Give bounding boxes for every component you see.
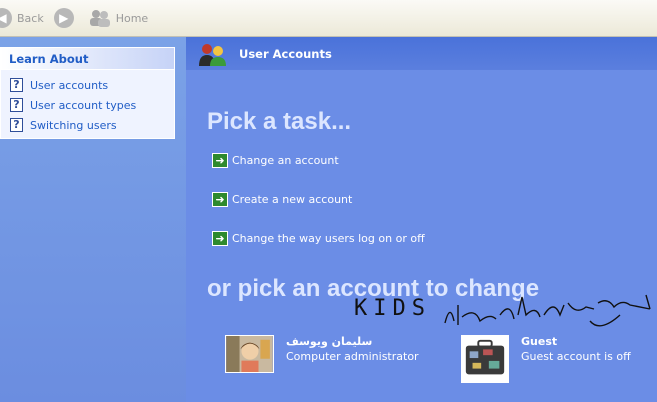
account-picture-child	[225, 335, 274, 373]
help-icon: ?	[10, 98, 23, 112]
account-name: سليمان ويوسف	[286, 335, 373, 348]
account-role: Computer administrator	[286, 350, 419, 363]
account-guest[interactable]: Guest Guest account is off	[461, 335, 631, 383]
users-home-icon	[89, 10, 110, 27]
account-role: Guest account is off	[521, 350, 631, 363]
back-label: Back	[17, 11, 44, 25]
task-label: Change the way users log on or off	[232, 232, 425, 245]
task-change-logon[interactable]: ➜ Change the way users log on or off	[212, 231, 425, 246]
green-arrow-icon: ➜	[212, 153, 228, 168]
home-label: Home	[115, 11, 149, 25]
learn-item-user-accounts[interactable]: ? User accounts	[10, 75, 174, 95]
learn-item-switching-users[interactable]: ? Switching users	[10, 115, 174, 135]
forward-arrow-icon: ▶	[53, 8, 74, 28]
main-content: User Accounts Pick a task... ➜ Change an…	[186, 37, 657, 402]
task-pane: Learn About ? User accounts ? User accou…	[0, 37, 186, 402]
task-change-account[interactable]: ➜ Change an account	[212, 153, 339, 168]
pick-task-heading: Pick a task...	[207, 108, 352, 135]
account-name: Guest	[521, 335, 558, 348]
learn-item-label: User accounts	[30, 78, 109, 92]
account-admin[interactable]: سليمان ويوسف Computer administrator	[225, 335, 419, 373]
forward-button[interactable]: ▶	[53, 8, 79, 28]
learn-item-label: Switching users	[30, 118, 117, 132]
task-label: Create a new account	[232, 193, 353, 206]
header-bar: User Accounts	[186, 37, 657, 70]
learn-item-label: User account types	[30, 98, 137, 112]
green-arrow-icon: ➜	[212, 192, 228, 207]
green-arrow-icon: ➜	[212, 231, 228, 246]
learn-about-title: Learn About	[1, 48, 174, 70]
learn-about-panel: Learn About ? User accounts ? User accou…	[0, 47, 175, 139]
user-accounts-icon	[199, 43, 226, 66]
back-button[interactable]: ◀ Back	[0, 8, 44, 28]
pick-account-heading: or pick an account to change	[207, 275, 540, 302]
suitcase-icon	[461, 335, 509, 383]
back-arrow-icon: ◀	[0, 8, 12, 28]
task-create-account[interactable]: ➜ Create a new account	[212, 192, 352, 207]
navigation-toolbar: ◀ Back ▶ Home	[0, 0, 657, 37]
help-icon: ?	[10, 78, 23, 92]
learn-item-user-account-types[interactable]: ? User account types	[10, 95, 174, 115]
help-icon: ?	[10, 118, 23, 132]
task-label: Change an account	[232, 154, 339, 167]
header-title: User Accounts	[239, 46, 332, 61]
home-button[interactable]: Home	[89, 9, 148, 27]
